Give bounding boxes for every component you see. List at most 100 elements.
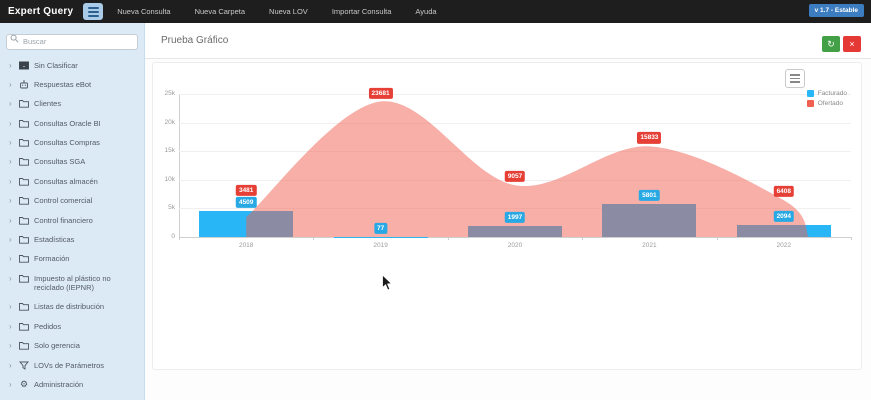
sidebar-item-label: Clientes [34,99,62,109]
chevron-right-icon[interactable]: › [9,80,14,89]
sidebar-item-impuesto-al-plástico-no-reciclado-iepnr-[interactable]: › Impuesto al plástico no reciclado (IEPN… [0,269,144,298]
sidebar-item-control-financiero[interactable]: › Control financiero [0,211,144,230]
sidebar-item-administración[interactable]: › ⚙ Administración [0,375,144,394]
close-icon: × [849,39,855,49]
data-label-facturado: 2094 [773,210,795,223]
chevron-right-icon[interactable]: › [9,322,14,331]
bar-facturado-2018[interactable] [199,211,294,237]
sidebar-item-label: Sin Clasificar [34,60,78,70]
chevron-right-icon[interactable]: › [9,274,14,283]
bar-facturado-2020[interactable] [467,225,563,237]
sidebar-item-pedidos[interactable]: › Pedidos [0,317,144,336]
folder-icon [19,341,29,350]
legend-item-facturado[interactable]: Facturado [806,90,847,97]
folder-icon [19,254,29,263]
sidebar-item-formación[interactable]: › Formación [0,249,144,268]
chevron-right-icon[interactable]: › [9,235,14,244]
sidebar-item-label: Impuesto al plástico no reciclado (IEPNR… [34,273,111,292]
chevron-right-icon[interactable]: › [9,99,14,108]
sidebar-item-consultas-sga[interactable]: › Consultas SGA [0,152,144,171]
sidebar-item-label: Listas de distribución [34,302,105,312]
chart-legend: Facturado Ofertado [806,90,847,107]
folder-icon [19,157,29,167]
data-label-facturado: 77 [373,222,388,234]
data-label-facturado: 1997 [504,211,526,223]
sidebar-item-sin-clasificar[interactable]: › Sin Clasificar [0,56,144,75]
sidebar-item-consultas-oracle-bi[interactable]: › Consultas Oracle BI [0,114,144,133]
folder-icon [19,119,29,128]
sidebar-item-label: Consultas SGA [34,157,86,167]
gridline [179,151,851,153]
sidebar-item-label: Solo gerencia [34,341,80,351]
chevron-right-icon[interactable]: › [9,216,14,225]
chart-menu-icon [790,74,800,76]
chevron-right-icon[interactable]: › [9,138,14,147]
data-label-facturado: 5801 [639,189,660,201]
x-tick-label: 2019 [373,242,388,249]
search-icon [10,34,19,43]
header-divider [145,58,871,59]
y-tick-label: 15k [164,147,175,155]
robot-icon [19,80,29,89]
chevron-right-icon[interactable]: › [9,177,14,186]
search-input[interactable] [6,33,138,50]
data-label-ofertado: 23681 [368,87,393,99]
chevron-right-icon[interactable]: › [9,61,14,70]
header-actions: ↻ × [822,36,861,52]
folder-icon [19,235,29,244]
sidebar-item-clientes[interactable]: › Clientes [0,94,144,113]
chevron-right-icon[interactable]: › [9,302,14,311]
chart-menu-button[interactable] [785,69,805,88]
sidebar-item-label: Pedidos [34,321,62,331]
nav-item-ayuda[interactable]: Ayuda [415,7,436,16]
chevron-right-icon[interactable]: › [9,254,14,263]
legend-item-ofertado[interactable]: Ofertado [806,100,847,107]
y-tick-label: 25k [164,90,175,97]
sidebar-item-label: LOVs de Parámetros [34,360,105,370]
chevron-right-icon[interactable]: › [9,119,14,128]
y-tick-label: 5k [168,204,175,212]
chevron-right-icon[interactable]: › [9,361,14,370]
sidebar-item-respuestas-ebot[interactable]: › Respuestas eBot [0,75,144,94]
y-tick-label: 20k [164,118,175,126]
close-button[interactable]: × [843,36,861,52]
x-tick-label: 2022 [776,242,792,249]
sidebar-item-label: Administración [34,379,84,389]
y-tick-label: 10k [164,175,175,183]
chevron-right-icon[interactable]: › [9,157,14,166]
x-axis-tick [851,237,852,240]
sidebar-item-lovs-de-parámetros[interactable]: › LOVs de Parámetros [0,356,144,375]
sidebar-item-consultas-compras[interactable]: › Consultas Compras [0,133,144,152]
refresh-button[interactable]: ↻ [822,36,840,52]
hamburger-menu-button[interactable] [83,3,104,20]
sidebar-item-label: Control comercial [34,196,93,206]
inbox-icon [19,61,29,70]
sidebar-item-solo-gerencia[interactable]: › Solo gerencia [0,336,144,355]
bar-facturado-2022[interactable] [736,225,831,237]
folder-icon [19,216,29,225]
chevron-right-icon[interactable]: › [9,380,14,389]
nav-item-nueva-carpeta[interactable]: Nueva Carpeta [195,7,245,16]
nav-item-importar-consulta[interactable]: Importar Consulta [332,7,392,16]
sidebar-item-listas-de-distribución[interactable]: › Listas de distribución [0,297,144,316]
nav-item-nueva-lov[interactable]: Nueva LOV [269,7,308,16]
x-tick-label: 2020 [507,242,523,249]
chevron-right-icon[interactable]: › [9,341,14,350]
y-axis-line [179,94,180,237]
main-content: Prueba Gráfico ↻ × 0 5k 10k 15k 20k 25k 2018 20… [145,23,871,400]
sidebar-item-estadísticas[interactable]: › Estadísticas [0,230,144,249]
folder-icon [19,274,29,283]
x-axis-tick [447,237,449,240]
x-axis-tick [582,237,584,240]
sidebar-item-control-comercial[interactable]: › Control comercial [0,191,144,210]
bar-facturado-2021[interactable] [602,203,697,237]
chevron-right-icon[interactable]: › [9,196,14,205]
data-label-ofertado: 15833 [637,132,662,144]
legend-label: Facturado [817,90,847,97]
sidebar-item-consultas-almacén[interactable]: › Consultas almacén [0,172,144,191]
nav-item-nueva-consulta[interactable]: Nueva Consulta [117,7,170,16]
sidebar-item-label: Consultas Compras [34,138,100,147]
legend-swatch-icon [806,100,814,107]
version-badge[interactable]: v 1.7 - Estable [808,4,864,17]
legend-label: Ofertado [817,100,844,107]
